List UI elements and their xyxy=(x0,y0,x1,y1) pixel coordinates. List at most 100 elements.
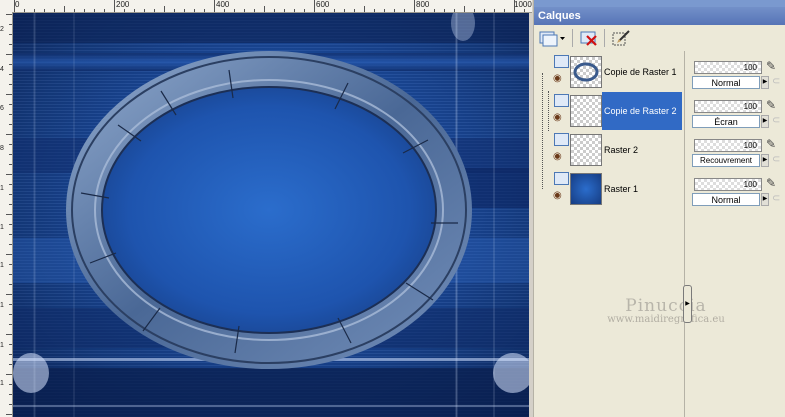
pen-icon[interactable]: ✎ xyxy=(766,98,776,112)
opacity-slider[interactable]: 100 xyxy=(694,139,762,152)
layer-props-row: 100 Normal ▶ ✎ ⊂ xyxy=(692,55,785,93)
ruler-tick xyxy=(9,184,12,185)
ruler-tick xyxy=(254,9,255,12)
layer-row[interactable]: ◉ Raster 1 xyxy=(550,170,682,208)
ruler-tick xyxy=(9,234,12,235)
new-layer-icon xyxy=(539,31,565,47)
ruler-label: 0 xyxy=(15,0,20,9)
ruler-label: 1000 xyxy=(514,0,532,9)
blend-mode-select[interactable]: Recouvrement xyxy=(692,154,760,167)
lock-icon[interactable]: ⊂ xyxy=(772,115,785,127)
layer-thumbnail xyxy=(570,95,602,127)
layer-row-selected[interactable]: ◉ Copie de Raster 2 xyxy=(550,92,682,130)
image-canvas[interactable] xyxy=(13,13,529,417)
ruler-tick xyxy=(84,9,85,12)
ruler-tick xyxy=(24,9,25,12)
layer-type-icon xyxy=(554,94,569,107)
ruler-tick xyxy=(54,9,55,12)
dropdown-arrow-icon[interactable]: ▶ xyxy=(761,115,769,128)
layer-props-row: 100 Normal ▶ ✎ ⊂ xyxy=(692,172,785,210)
ruler-tick xyxy=(6,14,12,15)
blend-mode-select[interactable]: Normal xyxy=(692,76,760,89)
visibility-eye-icon[interactable]: ◉ xyxy=(553,73,562,84)
canvas-artwork xyxy=(13,13,529,417)
lock-icon[interactable]: ⊂ xyxy=(772,193,785,205)
delete-layer-button[interactable] xyxy=(578,28,600,48)
ruler-label: 1 xyxy=(0,262,4,269)
ruler-tick xyxy=(284,9,285,12)
ruler-tick xyxy=(9,74,12,75)
ruler-tick xyxy=(274,9,275,12)
dropdown-arrow-icon[interactable]: ▶ xyxy=(761,193,769,206)
new-layer-button[interactable] xyxy=(538,28,566,48)
ruler-tick xyxy=(104,9,105,12)
ruler-tick xyxy=(214,0,215,12)
ruler-tick xyxy=(304,9,305,12)
blend-mode-select[interactable]: Normal xyxy=(692,193,760,206)
lock-icon[interactable]: ⊂ xyxy=(772,154,785,166)
ruler-tick xyxy=(9,124,12,125)
pen-icon[interactable]: ✎ xyxy=(766,59,776,73)
ruler-tick xyxy=(174,9,175,12)
opacity-slider[interactable]: 100 xyxy=(694,178,762,191)
dropdown-arrow-icon[interactable]: ▶ xyxy=(761,76,769,89)
layers-toolbar xyxy=(534,25,785,51)
ruler-tick xyxy=(9,84,12,85)
ruler-tick xyxy=(404,9,405,12)
pen-icon[interactable]: ✎ xyxy=(766,137,776,151)
layer-props-row: 100 Écran ▶ ✎ ⊂ xyxy=(692,94,785,132)
ruler-label: 6 xyxy=(0,105,4,112)
layer-name: Copie de Raster 1 xyxy=(604,67,677,77)
layer-name: Copie de Raster 2 xyxy=(602,92,682,130)
ruler-tick xyxy=(204,9,205,12)
ruler-tick xyxy=(124,9,125,12)
layers-palette: Calques ◉ Copie de Raster 1 ◉ Copie de R… xyxy=(533,0,785,417)
layer-props-row: 100 Recouvrement ▶ ✎ ⊂ xyxy=(692,133,785,171)
glow-line xyxy=(13,405,529,407)
light-streak xyxy=(493,13,495,417)
ruler-tick xyxy=(294,9,295,12)
ruler-label: 1 xyxy=(0,342,4,349)
ruler-tick xyxy=(9,394,12,395)
visibility-eye-icon[interactable]: ◉ xyxy=(553,151,562,162)
ruler-tick xyxy=(494,9,495,12)
ruler-tick xyxy=(514,0,515,12)
delete-layer-icon xyxy=(580,31,597,46)
ruler-label: 600 xyxy=(316,0,330,9)
layer-type-icon xyxy=(554,133,569,146)
ruler-tick xyxy=(374,9,375,12)
ruler-tick xyxy=(524,9,525,12)
ruler-tick xyxy=(334,9,335,12)
opacity-slider[interactable]: 100 xyxy=(694,100,762,113)
palette-title: Calques xyxy=(534,7,785,25)
ruler-tick xyxy=(6,294,12,295)
corner-glow xyxy=(13,353,49,393)
ruler-label: 1 xyxy=(0,380,4,387)
ruler-tick xyxy=(6,374,12,375)
ruler-tick xyxy=(9,64,12,65)
blend-mode-select[interactable]: Écran xyxy=(692,115,760,128)
ruler-tick xyxy=(364,6,365,12)
ruler-tick xyxy=(9,324,12,325)
visibility-eye-icon[interactable]: ◉ xyxy=(553,190,562,201)
ruler-tick xyxy=(9,314,12,315)
layer-thumbnail xyxy=(570,134,602,166)
ruler-tick xyxy=(14,0,15,12)
pen-icon[interactable]: ✎ xyxy=(766,176,776,190)
ruler-tick xyxy=(6,334,12,335)
ruler-tick xyxy=(9,204,12,205)
dropdown-arrow-icon[interactable]: ▶ xyxy=(761,154,769,167)
edit-layer-button[interactable] xyxy=(610,28,632,48)
layer-row[interactable]: ◉ Raster 2 xyxy=(550,131,682,169)
visibility-eye-icon[interactable]: ◉ xyxy=(553,112,562,123)
ruler-tick xyxy=(394,9,395,12)
lock-icon[interactable]: ⊂ xyxy=(772,76,785,88)
palette-top-strip xyxy=(534,0,785,7)
edit-layer-icon xyxy=(612,30,630,46)
ruler-tick xyxy=(474,9,475,12)
ruler-tick xyxy=(484,9,485,12)
layer-row[interactable]: ◉ Copie de Raster 1 xyxy=(550,53,682,91)
ruler-tick xyxy=(9,364,12,365)
ruler-tick xyxy=(9,344,12,345)
opacity-slider[interactable]: 100 xyxy=(694,61,762,74)
